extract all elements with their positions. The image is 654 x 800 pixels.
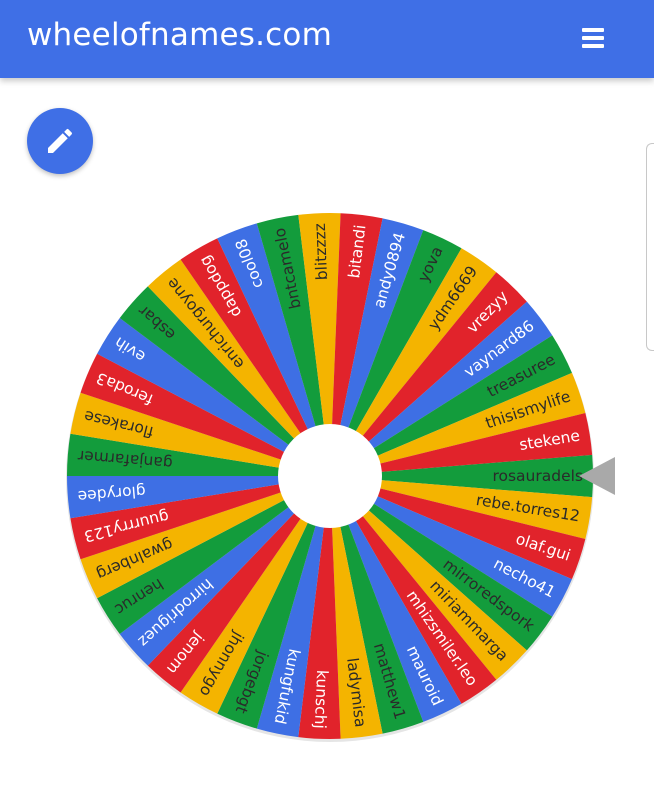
hamburger-menu-icon[interactable] bbox=[576, 22, 610, 54]
name-wheel[interactable]: rosauradelsrebe.torres12olaf.guinecho41m… bbox=[60, 206, 615, 746]
pencil-icon bbox=[48, 128, 73, 153]
wheel-entry-label: blitzzzz bbox=[311, 223, 331, 281]
wheel-entry-label: rosauradels bbox=[492, 467, 583, 485]
wheel-container: rosauradels rebe.torres12 olaf.gui necho41 m… bbox=[60, 206, 615, 746]
wheel-center-hub[interactable] bbox=[278, 424, 382, 528]
app-header: wheelofnames.com bbox=[0, 0, 654, 78]
edit-entries-button[interactable] bbox=[27, 108, 93, 174]
site-title[interactable]: wheelofnames.com bbox=[27, 17, 332, 53]
side-panel-handle[interactable] bbox=[646, 143, 654, 351]
wheel-entry-label: kunschj bbox=[311, 670, 331, 730]
